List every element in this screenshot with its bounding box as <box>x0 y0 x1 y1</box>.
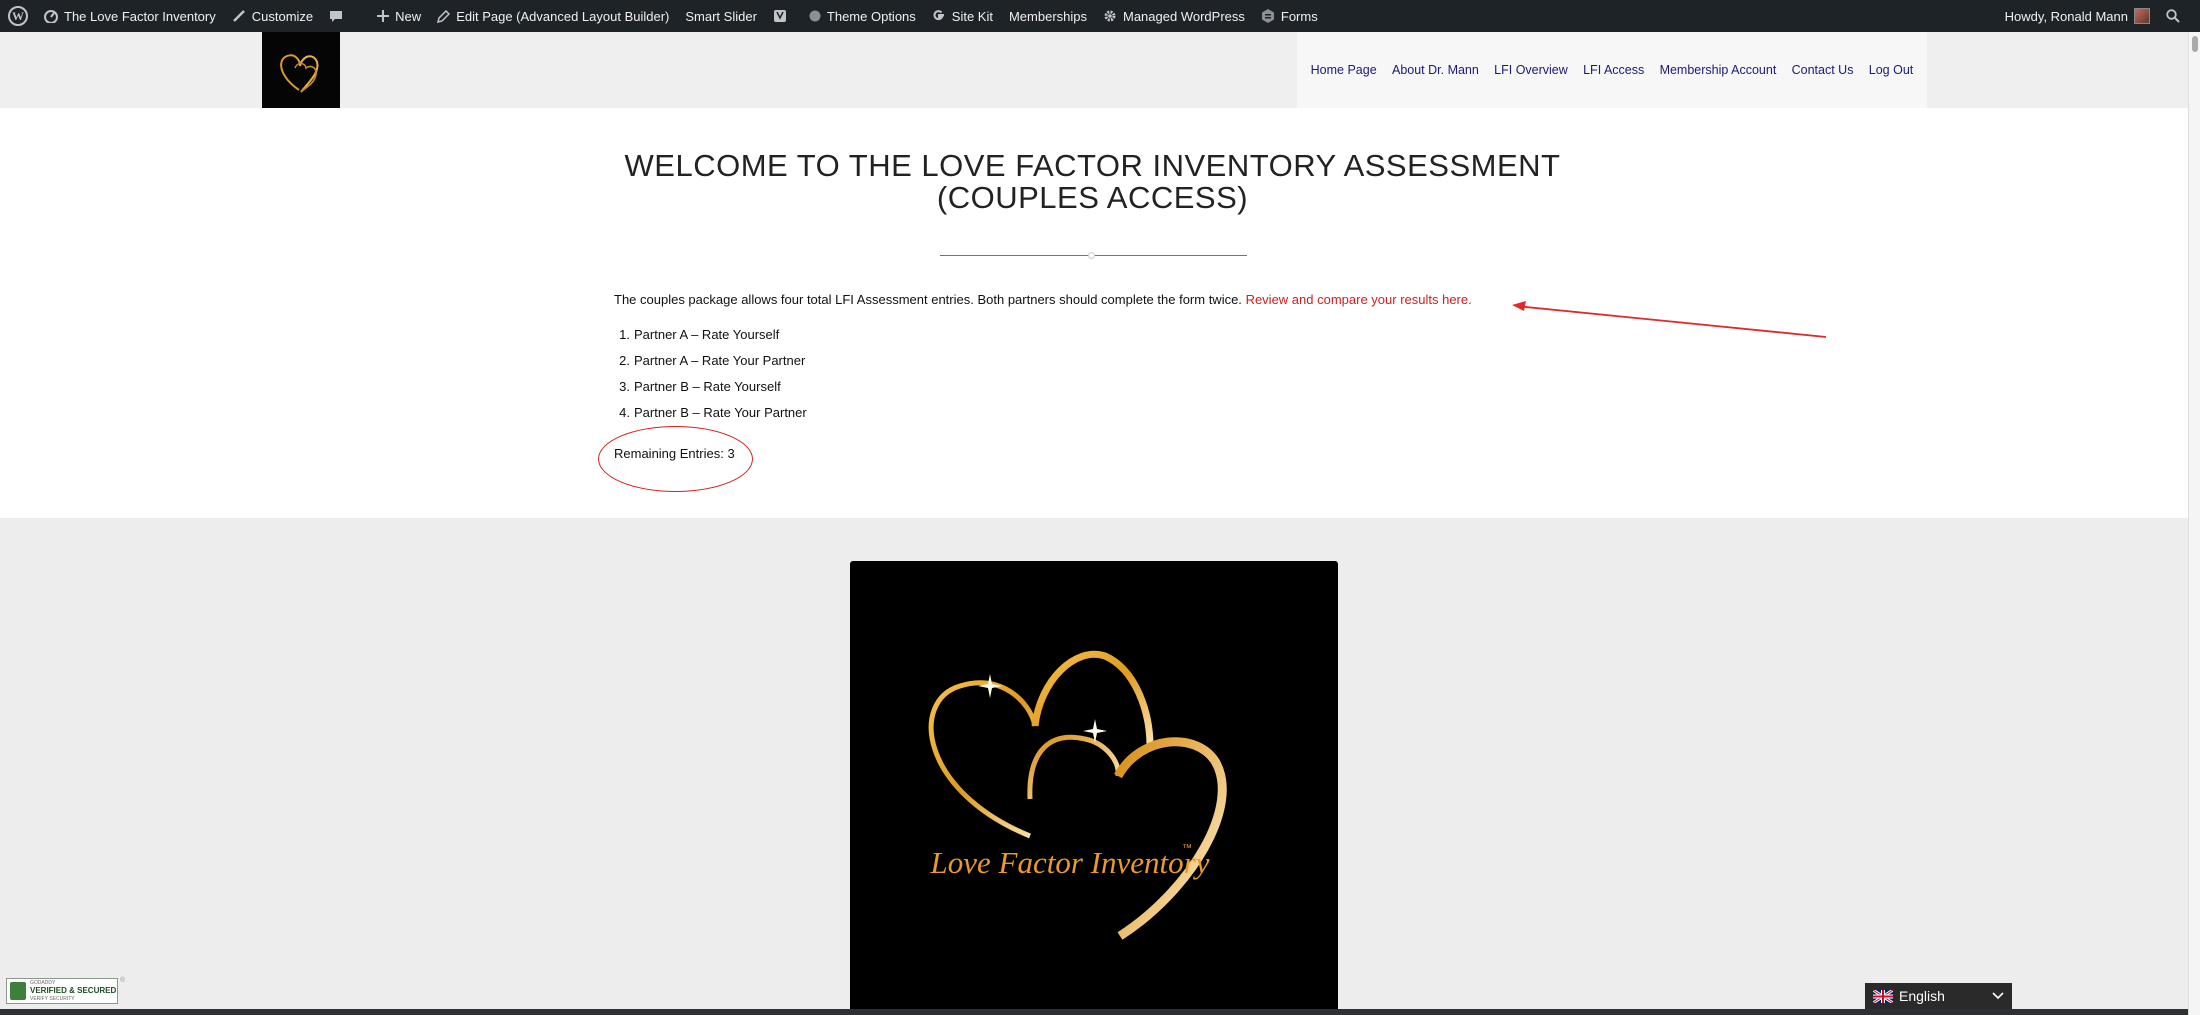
admin-site-name[interactable]: The Love Factor Inventory <box>36 0 224 32</box>
badge-text: GODADDY VERIFIED & SECURED VERIFY SECURI… <box>30 979 116 1003</box>
yoast-icon <box>773 10 786 22</box>
nav-lfi-overview[interactable]: LFI Overview <box>1494 63 1568 77</box>
nav-log-out[interactable]: Log Out <box>1869 63 1913 77</box>
home-dashboard-icon <box>44 10 58 23</box>
page-scrollbar[interactable] <box>2188 32 2200 1015</box>
hero-trademark: ™ <box>1182 843 1192 854</box>
hero-logo-image: Love Factor Inventory ™ <box>850 561 1338 1015</box>
chevron-down-icon <box>1992 992 2004 1000</box>
brush-icon <box>232 10 245 22</box>
circle-icon <box>809 10 821 22</box>
site-header: Home Page About Dr. Mann LFI Overview LF… <box>0 32 2188 108</box>
comment-icon <box>330 11 343 22</box>
admin-memberships-label: Memberships <box>1008 8 1087 24</box>
admin-new[interactable]: New <box>357 0 429 32</box>
pencil-icon <box>437 9 451 23</box>
list-item-number: 3. <box>619 379 630 394</box>
main-content: WELCOME TO THE LOVE FACTOR INVENTORY ASS… <box>0 108 2188 518</box>
intro-text: The couples package allows four total LF… <box>614 292 1242 307</box>
admin-account[interactable]: Howdy, Ronald Mann <box>1997 0 2158 32</box>
admin-managed-wordpress[interactable]: Managed WordPress <box>1095 0 1253 32</box>
admin-edit-page-label: Edit Page (Advanced Layout Builder) <box>456 8 670 24</box>
search-icon <box>2166 9 2180 23</box>
scrollbar-thumb[interactable] <box>2192 36 2198 52</box>
intro-paragraph: The couples package allows four total LF… <box>614 292 1472 307</box>
page-title-line2: (COUPLES ACCESS) <box>936 180 1249 215</box>
admin-customize[interactable]: Customize <box>224 0 321 32</box>
admin-managed-wordpress-label: Managed WordPress <box>1123 8 1245 24</box>
title-divider <box>940 252 1247 259</box>
list-item: 3. Partner B – Rate Yourself <box>614 378 807 404</box>
forms-icon <box>1261 9 1274 23</box>
admin-smart-slider[interactable]: Smart Slider <box>677 0 765 32</box>
security-badge[interactable]: GODADDY VERIFIED & SECURED VERIFY SECURI… <box>6 978 118 1004</box>
admin-forms[interactable]: Forms <box>1253 0 1326 32</box>
hero-brand-text: Love Factor Inventory <box>930 845 1210 880</box>
hearts-logo-large-icon: Love Factor Inventory ™ <box>928 650 1227 940</box>
divider-dot <box>1088 252 1095 259</box>
list-item-text: Partner A – Rate Yourself <box>634 327 780 342</box>
lock-icon <box>10 982 26 1000</box>
page-title: WELCOME TO THE LOVE FACTOR INVENTORY ASS… <box>560 150 1625 214</box>
avatar <box>2134 8 2150 24</box>
review-results-link[interactable]: Review and compare your results here. <box>1246 292 1472 307</box>
google-icon <box>933 10 944 21</box>
language-selector[interactable]: English <box>1865 983 2012 1009</box>
admin-memberships[interactable]: Memberships <box>1001 0 1095 32</box>
list-item: 4. Partner B – Rate Your Partner <box>614 404 807 430</box>
admin-new-label: New <box>395 8 422 24</box>
admin-comments[interactable] <box>321 0 357 32</box>
admin-howdy-label: Howdy, Ronald Mann <box>2004 8 2128 24</box>
gear-icon <box>1104 10 1116 22</box>
badge-registered-mark: ® <box>120 977 126 984</box>
nav-membership-account[interactable]: Membership Account <box>1660 63 1777 77</box>
list-item-number: 2. <box>619 353 630 368</box>
language-selected: English <box>1899 988 1945 1004</box>
nav-home-page[interactable]: Home Page <box>1311 63 1377 77</box>
admin-site-kit-label: Site Kit <box>951 8 993 24</box>
uk-flag-icon <box>1873 989 1893 1003</box>
nav-about-dr-mann[interactable]: About Dr. Mann <box>1392 63 1479 77</box>
annotation-circle <box>598 426 753 492</box>
annotation-arrow <box>1512 301 1827 338</box>
admin-forms-label: Forms <box>1280 8 1318 24</box>
nav-lfi-access[interactable]: LFI Access <box>1583 63 1644 77</box>
list-item-text: Partner A – Rate Your Partner <box>634 353 806 368</box>
bottom-bar <box>0 1009 2188 1015</box>
admin-yoast[interactable] <box>765 0 801 32</box>
list-item: 2. Partner A – Rate Your Partner <box>614 352 807 378</box>
list-item-text: Partner B – Rate Your Partner <box>634 405 807 420</box>
admin-site-kit[interactable]: Site Kit <box>924 0 1001 32</box>
admin-smart-slider-label: Smart Slider <box>685 8 757 24</box>
list-item-number: 1. <box>619 327 630 342</box>
hearts-logo-icon <box>280 54 319 93</box>
admin-customize-label: Customize <box>251 8 314 24</box>
nav-contact-us[interactable]: Contact Us <box>1792 63 1854 77</box>
admin-theme-options[interactable]: Theme Options <box>801 0 924 32</box>
list-item-number: 4. <box>619 405 630 420</box>
entry-steps-list: 1. Partner A – Rate Yourself 2. Partner A … <box>614 326 807 430</box>
admin-search[interactable] <box>2158 0 2200 32</box>
admin-edit-page[interactable]: Edit Page (Advanced Layout Builder) <box>429 0 677 32</box>
wordpress-logo-button[interactable]: W <box>0 0 36 32</box>
site-logo[interactable] <box>262 32 340 108</box>
admin-site-name-label: The Love Factor Inventory <box>64 8 216 24</box>
badge-line2: VERIFIED & SECURED <box>30 986 117 995</box>
wordpress-icon: W <box>8 6 28 26</box>
main-nav: Home Page About Dr. Mann LFI Overview LF… <box>1297 32 1927 108</box>
page-title-line1: WELCOME TO THE LOVE FACTOR INVENTORY ASS… <box>624 148 1561 183</box>
list-item: 1. Partner A – Rate Yourself <box>614 326 807 352</box>
badge-line3: VERIFY SECURITY <box>30 996 75 1002</box>
admin-bar: W The Love Factor Inventory Customize Ne… <box>0 0 2200 32</box>
admin-theme-options-label: Theme Options <box>826 8 916 24</box>
list-item-text: Partner B – Rate Yourself <box>634 379 781 394</box>
plus-icon <box>377 10 390 22</box>
